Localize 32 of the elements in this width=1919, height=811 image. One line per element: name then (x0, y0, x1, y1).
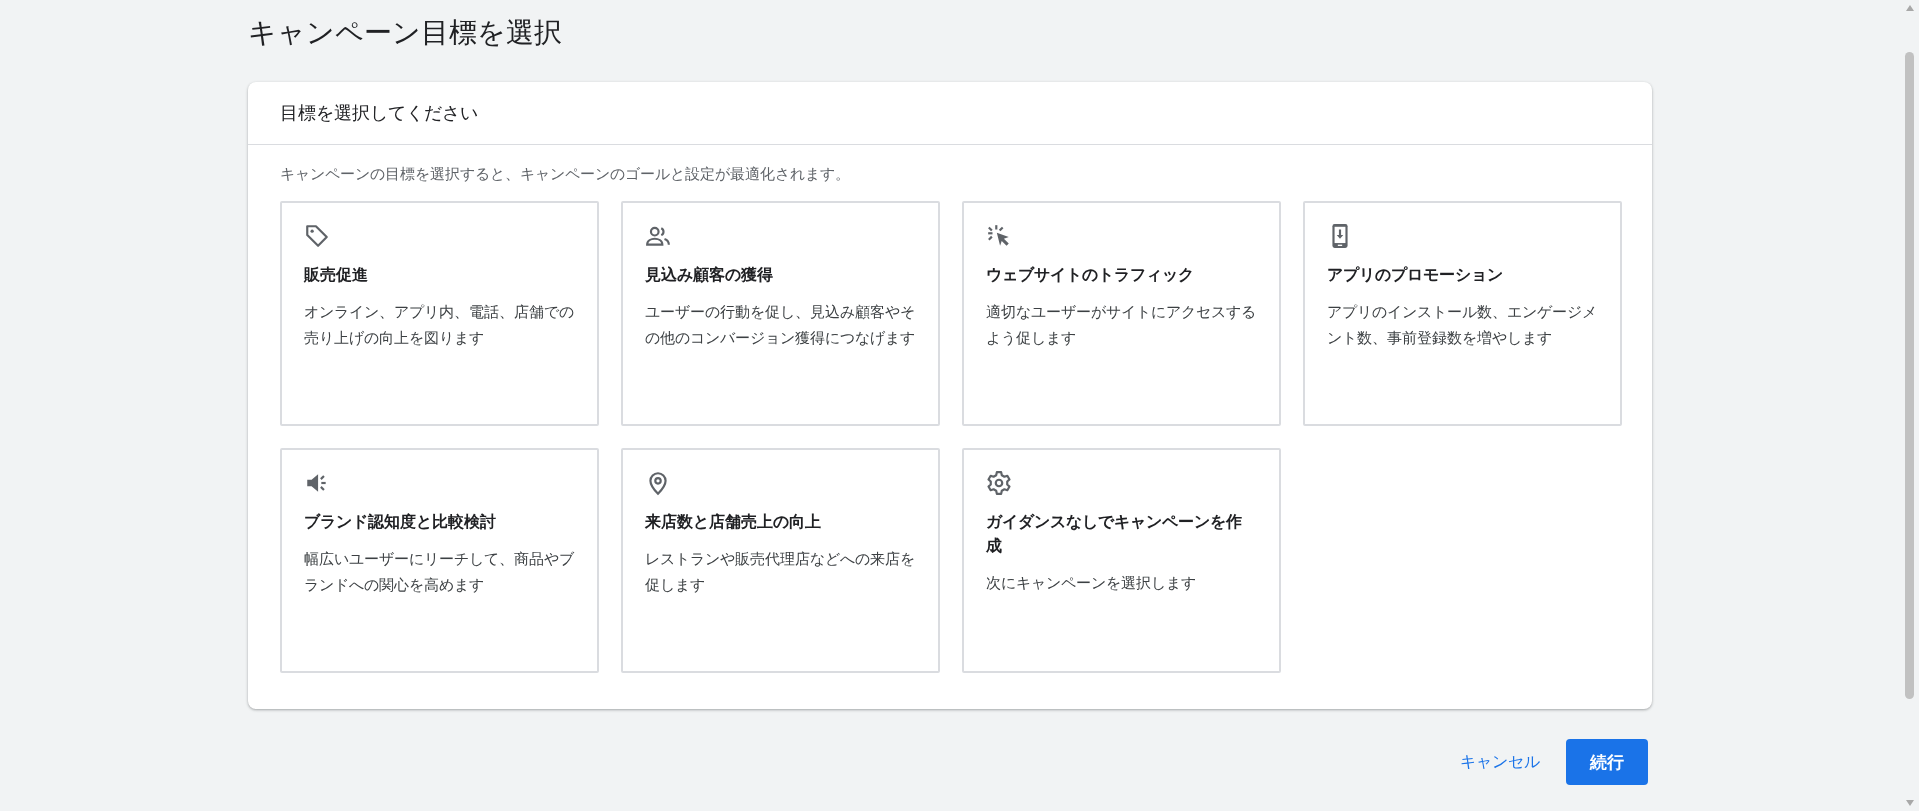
cursor-click-icon (986, 223, 1012, 249)
goal-description: 幅広いユーザーにリーチして、商品やブランドへの関心を高めます (304, 549, 575, 596)
goal-title: 来店数と店舗売上の向上 (645, 511, 822, 533)
goal-description: 適切なユーザーがサイトにアクセスするよう促します (986, 302, 1257, 349)
goal-card[interactable]: ガイダンスなしでキャンペーンを作成 次にキャンペーンを選択します (962, 448, 1281, 673)
goal-description: アプリのインストール数、エンゲージメント数、事前登録数を増やします (1327, 302, 1598, 349)
cancel-button[interactable]: キャンセル (1452, 741, 1548, 783)
panel-heading: 目標を選択してください (280, 101, 479, 125)
goal-card[interactable]: 見込み顧客の獲得 ユーザーの行動を促し、見込み顧客やその他のコンバージョン獲得につなげます (621, 201, 940, 426)
tag-icon (304, 223, 330, 249)
goal-card[interactable]: アプリのプロモーション アプリのインストール数、エンゲージメント数、事前登録数を増やします (1303, 201, 1622, 426)
goal-card[interactable]: ウェブサイトのトラフィック 適切なユーザーがサイトにアクセスするよう促します (962, 201, 1281, 426)
goal-description: オンライン、アプリ内、電話、店舗での売り上げの向上を図ります (304, 302, 575, 349)
page-title: キャンペーン目標を選択 (248, 15, 563, 51)
continue-button[interactable]: 続行 (1566, 739, 1648, 785)
goal-card[interactable]: ブランド認知度と比較検討 幅広いユーザーにリーチして、商品やブランドへの関心を高めます (280, 448, 599, 673)
goal-title: ブランド認知度と比較検討 (304, 511, 497, 533)
goal-card[interactable]: 販売促進 オンライン、アプリ内、電話、店舗での売り上げの向上を図ります (280, 201, 599, 426)
goal-title: ガイダンスなしでキャンペーンを作成 (986, 511, 1243, 557)
goal-description: 次にキャンペーンを選択します (986, 573, 1197, 594)
gear-icon (986, 470, 1012, 496)
goal-title: ウェブサイトのトラフィック (986, 264, 1195, 286)
goal-title: 見込み顧客の獲得 (645, 264, 774, 286)
goal-description: ユーザーの行動を促し、見込み顧客やその他のコンバージョン獲得につなげます (645, 302, 916, 349)
scroll-down-icon[interactable] (1904, 799, 1915, 807)
panel-description: キャンペーンの目標を選択すると、キャンペーンのゴールと設定が最適化されます。 (280, 164, 851, 185)
goal-title: 販売促進 (304, 264, 369, 286)
goal-description: レストランや販売代理店などへの来店を促します (645, 549, 916, 596)
scrollbar-thumb[interactable] (1905, 52, 1914, 699)
goal-card[interactable]: 来店数と店舗売上の向上 レストランや販売代理店などへの来店を促します (621, 448, 940, 673)
goal-title: アプリのプロモーション (1327, 264, 1504, 286)
scroll-up-icon[interactable] (1904, 4, 1915, 12)
